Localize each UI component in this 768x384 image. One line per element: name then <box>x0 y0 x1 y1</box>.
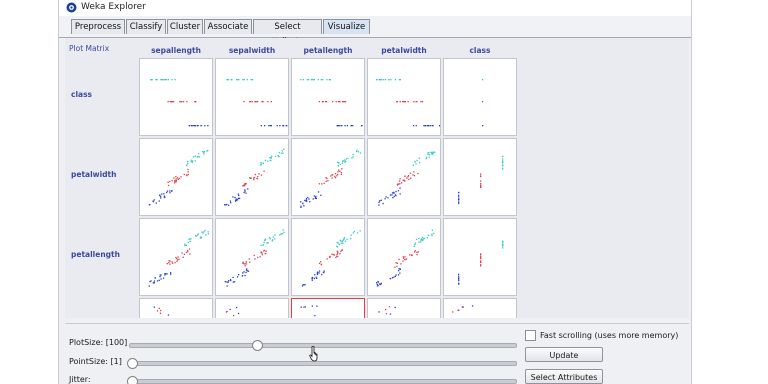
plot-cell-partial-x-sepalwidth[interactable] <box>215 298 289 318</box>
tab-cluster[interactable]: Cluster <box>167 19 203 34</box>
scatter-plot <box>150 79 209 127</box>
scatter-plot <box>153 306 170 316</box>
plot-cell-petallength-x-sepallength[interactable] <box>139 218 213 296</box>
tab-preprocess[interactable]: Preprocess <box>71 19 125 34</box>
jitter-slider[interactable] <box>129 379 517 384</box>
fast-scrolling-checkbox[interactable]: Fast scrolling (uses more memory) <box>525 329 678 341</box>
scatter-plot <box>482 79 484 127</box>
plot-cell-class-x-sepallength[interactable] <box>139 58 213 136</box>
plot-cell-petalwidth-x-class[interactable] <box>443 138 517 216</box>
tab-visualize[interactable]: Visualize <box>323 19 370 34</box>
row-header-petallength: petallength <box>71 250 120 259</box>
scatter-plot <box>226 79 288 127</box>
plot-cell-petallength-x-petallength[interactable] <box>291 218 365 296</box>
scatter-plot <box>148 229 209 287</box>
scatter-plot <box>376 79 440 127</box>
plot-cell-petalwidth-x-petallength[interactable] <box>291 138 365 216</box>
row-header-petalwidth: petalwidth <box>71 170 117 179</box>
plot-cell-petallength-x-sepalwidth[interactable] <box>215 218 289 296</box>
select-attributes-button[interactable]: Select Attributes <box>525 369 603 384</box>
scatter-plot <box>224 229 285 287</box>
plot-cell-partial-x-petallength[interactable] <box>291 298 365 318</box>
scatter-plot <box>452 305 474 313</box>
point-size-slider-thumb[interactable] <box>127 358 138 369</box>
plot-cell-class-x-class[interactable] <box>443 58 517 136</box>
scatter-plot <box>300 79 363 127</box>
title-bar: Weka Explorer <box>59 0 691 17</box>
tab-bar: Preprocess Classify Cluster Associate Se… <box>59 16 691 47</box>
plot-cell-partial-x-petalwidth[interactable] <box>367 298 441 318</box>
panel-divider <box>65 323 689 324</box>
point-size-label: PointSize: [1] <box>69 357 122 366</box>
plot-matrix-label: Plot Matrix <box>69 44 110 53</box>
scatter-plot <box>378 306 396 315</box>
weka-explorer-window: Weka Explorer Preprocess Classify Cluste… <box>58 0 692 384</box>
plot-cell-petalwidth-x-sepallength[interactable] <box>139 138 213 216</box>
scatter-plot <box>300 149 362 208</box>
column-header-petallength: petallength <box>303 46 353 55</box>
checkbox-box[interactable] <box>525 329 536 341</box>
column-header-class: class <box>469 46 491 55</box>
plot-cell-partial-x-class[interactable] <box>443 298 517 318</box>
plot-matrix-panel: Plot Matrix sepallength sepalwidth petal… <box>65 38 689 318</box>
scatter-plot <box>458 240 504 285</box>
plot-cell-petallength-x-petalwidth[interactable] <box>367 218 441 296</box>
window-title: Weka Explorer <box>81 2 146 12</box>
plot-cell-partial-x-sepallength[interactable] <box>139 298 213 318</box>
scatter-plot <box>224 148 285 206</box>
fast-scrolling-label: Fast scrolling (uses more memory) <box>540 330 679 340</box>
point-size-slider[interactable] <box>129 361 517 366</box>
weka-bird-icon <box>66 2 77 13</box>
scatter-plot <box>378 151 436 206</box>
scatter-plot <box>376 229 435 287</box>
scroll-arrows[interactable]: ▲ ▼ <box>141 317 152 318</box>
mouse-cursor-icon <box>309 346 318 362</box>
column-header-petalwidth: petalwidth <box>381 46 427 55</box>
plot-size-label: PlotSize: [100] <box>69 338 128 347</box>
plot-cell-petalwidth-x-petalwidth[interactable] <box>367 138 441 216</box>
scatter-plot <box>458 155 504 204</box>
column-header-sepallength: sepallength <box>151 46 201 55</box>
row-header-class: class <box>71 90 93 99</box>
plot-cell-petallength-x-class[interactable] <box>443 218 517 296</box>
jitter-slider-thumb[interactable] <box>127 376 138 384</box>
jitter-label: Jitter: <box>69 375 91 384</box>
column-header-sepalwidth: sepalwidth <box>228 46 276 55</box>
plot-cell-petalwidth-x-sepalwidth[interactable] <box>215 138 289 216</box>
plot-cell-class-x-petallength[interactable] <box>291 58 365 136</box>
scatter-plot <box>301 230 361 287</box>
scatter-plot <box>225 306 240 317</box>
plot-size-slider-thumb[interactable] <box>252 340 263 351</box>
tab-associate[interactable]: Associate <box>204 19 252 34</box>
scatter-plot <box>300 305 318 317</box>
tab-classify[interactable]: Classify <box>126 19 166 34</box>
scatter-plot <box>148 149 209 206</box>
tab-select-attributes[interactable]: Select attributes <box>253 19 322 47</box>
plot-cell-class-x-petalwidth[interactable] <box>367 58 441 136</box>
plot-cell-class-x-sepalwidth[interactable] <box>215 58 289 136</box>
plot-size-slider[interactable] <box>129 343 517 348</box>
update-button[interactable]: Update <box>525 347 603 362</box>
